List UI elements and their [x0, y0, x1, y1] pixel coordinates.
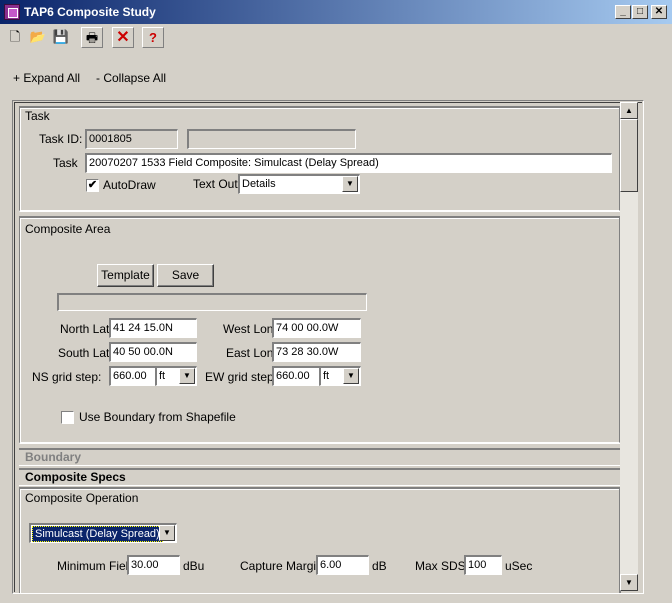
- minimize-button[interactable]: _: [615, 5, 631, 19]
- vertical-scrollbar[interactable]: ▲ ▼: [620, 102, 638, 591]
- ew-grid-step-input[interactable]: 660.00: [272, 366, 320, 386]
- save-disk-icon[interactable]: 💾: [50, 27, 72, 48]
- text-out-dropdown-arrow-icon[interactable]: ▼: [342, 176, 358, 192]
- operation-select[interactable]: Simulcast (Delay Spread): [29, 523, 177, 543]
- collapse-all-link[interactable]: - Collapse All: [96, 71, 166, 85]
- north-lat-label: North Lat: [60, 322, 110, 336]
- app-icon: [4, 4, 20, 20]
- max-sds-unit: uSec: [505, 559, 533, 573]
- ns-grid-step-input[interactable]: 660.00: [109, 366, 156, 386]
- scroll-up-arrow-icon[interactable]: ▲: [620, 102, 638, 119]
- north-lat-input[interactable]: 41 24 15.0N: [109, 318, 197, 338]
- task-id-extra-field[interactable]: [187, 129, 356, 149]
- save-area-button[interactable]: Save: [157, 264, 214, 287]
- delete-icon[interactable]: ✕: [112, 27, 134, 48]
- expand-all-link[interactable]: + Expand All: [13, 71, 80, 85]
- minimum-field-unit: dBu: [183, 559, 205, 573]
- title-bar[interactable]: TAP6 Composite Study _ □ ✕: [0, 0, 672, 24]
- maximize-button[interactable]: □: [632, 5, 648, 19]
- minimum-field-input[interactable]: 30.00: [127, 555, 180, 575]
- ew-grid-unit-dropdown-arrow-icon[interactable]: ▼: [343, 368, 359, 384]
- capture-margin-unit: dB: [372, 559, 387, 573]
- close-button[interactable]: ✕: [651, 5, 667, 19]
- operation-select-value: Simulcast (Delay Spread): [32, 526, 163, 542]
- ew-grid-step-label: EW grid step:: [205, 370, 278, 384]
- use-boundary-checkbox[interactable]: [61, 411, 74, 424]
- south-lat-input[interactable]: 40 50 00.0N: [109, 342, 197, 362]
- ns-grid-unit-dropdown-arrow-icon[interactable]: ▼: [179, 368, 195, 384]
- east-lon-input[interactable]: 73 28 30.0W: [272, 342, 361, 362]
- task-name-input[interactable]: 20070207 1533 Field Composite: Simulcast…: [85, 153, 612, 173]
- open-folder-icon[interactable]: 📂: [27, 27, 49, 48]
- minimum-field-label: Minimum Field: [57, 559, 136, 573]
- template-button[interactable]: Template: [97, 264, 154, 287]
- south-lat-label: South Lat: [58, 346, 110, 360]
- task-id-field[interactable]: 0001805: [85, 129, 178, 149]
- help-icon[interactable]: ?: [142, 27, 164, 48]
- task-group-title: Task: [25, 109, 50, 123]
- task-id-label: Task ID:: [39, 132, 83, 146]
- max-sds-label: Max SDS: [415, 559, 466, 573]
- task-label: Task: [53, 156, 78, 170]
- main-panel: Task Task ID: 0001805 Task 20070207 1533…: [12, 100, 644, 594]
- ns-grid-step-label: NS grid step:: [32, 370, 102, 384]
- text-out-label: Text Out:: [193, 177, 242, 191]
- composite-specs-section-header[interactable]: Composite Specs: [19, 468, 621, 486]
- west-lon-input[interactable]: 74 00 00.0W: [272, 318, 361, 338]
- scroll-down-arrow-icon[interactable]: ▼: [620, 574, 638, 591]
- max-sds-input[interactable]: 100: [464, 555, 502, 575]
- composite-area-group-title: Composite Area: [25, 222, 111, 236]
- operation-dropdown-arrow-icon[interactable]: ▼: [159, 525, 175, 541]
- new-file-icon[interactable]: 🗋: [4, 27, 26, 48]
- boundary-section-header[interactable]: Boundary: [19, 448, 621, 466]
- print-icon[interactable]: 🖶: [81, 27, 103, 48]
- autodraw-checkbox[interactable]: ✔: [86, 179, 99, 192]
- capture-margin-label: Capture Margin: [240, 559, 323, 573]
- capture-margin-input[interactable]: 6.00: [316, 555, 369, 575]
- autodraw-label: AutoDraw: [103, 178, 156, 192]
- window-title: TAP6 Composite Study: [24, 5, 156, 19]
- composite-operation-group-title: Composite Operation: [25, 491, 139, 505]
- scroll-thumb[interactable]: [620, 119, 638, 192]
- use-boundary-label: Use Boundary from Shapefile: [79, 410, 236, 424]
- east-lon-label: East Lon: [226, 346, 274, 360]
- status-bar: [57, 293, 367, 311]
- west-lon-label: West Lon: [223, 322, 274, 336]
